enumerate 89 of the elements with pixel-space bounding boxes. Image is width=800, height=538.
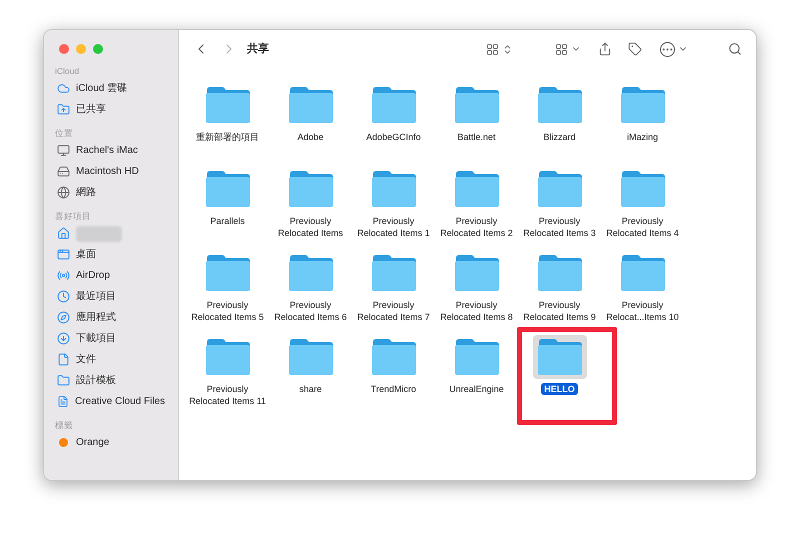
- document-icon: [57, 353, 70, 366]
- folder-icon: [454, 338, 500, 376]
- window-title: 共享: [247, 42, 269, 57]
- folder-name: HELLO: [541, 383, 578, 395]
- sidebar-item[interactable]: Creative Cloud Files: [74, 394, 165, 409]
- folder-icon: [370, 254, 416, 292]
- tag-icon[interactable]: [628, 42, 642, 56]
- sidebar-item[interactable]: 下載項目: [76, 331, 116, 346]
- folder-name: Previously Relocat...Items 10: [605, 299, 680, 323]
- folder-name: Previously Relocated Items 3: [522, 215, 597, 239]
- folder-name: share: [298, 383, 323, 395]
- desktop-icon: [57, 248, 70, 261]
- folder-icon: [536, 254, 582, 292]
- folder-icon: [370, 86, 416, 124]
- folder-name: Parallels: [209, 215, 246, 227]
- section-heading: iCloud: [54, 64, 80, 78]
- folder-icon: [288, 86, 334, 124]
- globe-icon: [57, 186, 70, 199]
- folder-name: UnrealEngine: [448, 383, 505, 395]
- folder-icon: [620, 170, 666, 208]
- sidebar-item[interactable]: iCloud 雲碟: [76, 81, 128, 96]
- computer-icon: [57, 144, 70, 157]
- folder-icon: [454, 254, 500, 292]
- file-icon: [57, 395, 69, 408]
- folder-name: Previously Relocated Items 8: [439, 299, 514, 323]
- folder-name: Blizzard: [542, 131, 576, 143]
- airdrop-icon: [57, 269, 70, 282]
- folder-icon: [536, 170, 582, 208]
- section-heading: 喜好項目: [54, 210, 92, 223]
- folder-name: Previously Relocated Items 1: [356, 215, 431, 239]
- clock-icon: [57, 290, 70, 303]
- folder-name: Previously Relocated Items 11: [188, 383, 267, 407]
- sidebar-item[interactable]: 最近項目: [76, 289, 116, 304]
- folder-icon: [288, 170, 334, 208]
- grid-view-icon[interactable]: [486, 42, 499, 56]
- folder-name: TrendMicro: [370, 383, 418, 395]
- sort-chevrons-icon[interactable]: [502, 44, 513, 54]
- folder-icon: [204, 86, 250, 124]
- sidebar-item[interactable]: 已共享: [76, 102, 106, 117]
- folder-icon: [204, 338, 250, 376]
- home-icon: [57, 227, 70, 240]
- folder-icon: [370, 170, 416, 208]
- folder-name: Previously Relocated Items 2: [439, 215, 514, 239]
- search-icon[interactable]: [728, 42, 742, 56]
- folder-icon: [288, 338, 334, 376]
- folder-name: AdobeGCInfo: [365, 131, 422, 143]
- folder-tile[interactable]: [532, 335, 586, 379]
- folder-icon: [536, 86, 582, 124]
- drive-icon: [57, 165, 70, 178]
- folder-icon: [536, 338, 582, 376]
- folder-name: iMazing: [626, 131, 659, 143]
- sidebar-item[interactable]: Orange: [76, 435, 110, 450]
- more-icon[interactable]: [660, 42, 675, 56]
- share-icon[interactable]: [598, 42, 612, 56]
- close-button[interactable]: [59, 44, 69, 54]
- folder-name: Battle.net: [456, 131, 497, 143]
- sidebar-item[interactable]: AirDrop: [76, 268, 110, 283]
- folder-name: Previously Relocated Items 4: [605, 215, 680, 239]
- folder-name: Previously Relocated Items 6: [273, 299, 348, 323]
- folder-name: Previously Relocated Items 7: [356, 299, 431, 323]
- blurred-placeholder: [76, 226, 122, 242]
- sidebar-item[interactable]: Rachel's iMac: [76, 143, 138, 158]
- folder-icon: [204, 254, 250, 292]
- sidebar-item[interactable]: 設計模板: [76, 373, 116, 388]
- folder-name: Previously Relocated Items: [276, 215, 344, 239]
- zoom-button[interactable]: [93, 44, 103, 54]
- folder-icon: [454, 86, 500, 124]
- folder-icon: [620, 86, 666, 124]
- group-icon[interactable]: [555, 42, 568, 56]
- sidebar-item[interactable]: Macintosh HD: [76, 164, 139, 179]
- folder-icon: [370, 338, 416, 376]
- folder-name: Previously Relocated Items 5: [190, 299, 265, 323]
- folder-icon: [620, 254, 666, 292]
- folder-name: 重新部署的項目: [195, 131, 260, 143]
- cloud-icon: [57, 82, 70, 95]
- sidebar-item[interactable]: 網路: [76, 185, 96, 200]
- folder-icon: [288, 254, 334, 292]
- folder-icon: [57, 374, 70, 387]
- sidebar-item[interactable]: 應用程式: [76, 310, 116, 325]
- folder-icon: [204, 170, 250, 208]
- sidebar-item[interactable]: 桌面: [76, 247, 96, 262]
- section-heading: 標籤: [54, 418, 74, 432]
- shared-folder-icon: [57, 103, 70, 116]
- folder-name: Previously Relocated Items 9: [522, 299, 597, 323]
- sidebar-item[interactable]: 文件: [76, 352, 96, 367]
- folder-icon: [454, 170, 500, 208]
- download-icon: [57, 332, 70, 345]
- folder-name: Adobe: [296, 131, 325, 143]
- section-heading: 位置: [54, 126, 74, 140]
